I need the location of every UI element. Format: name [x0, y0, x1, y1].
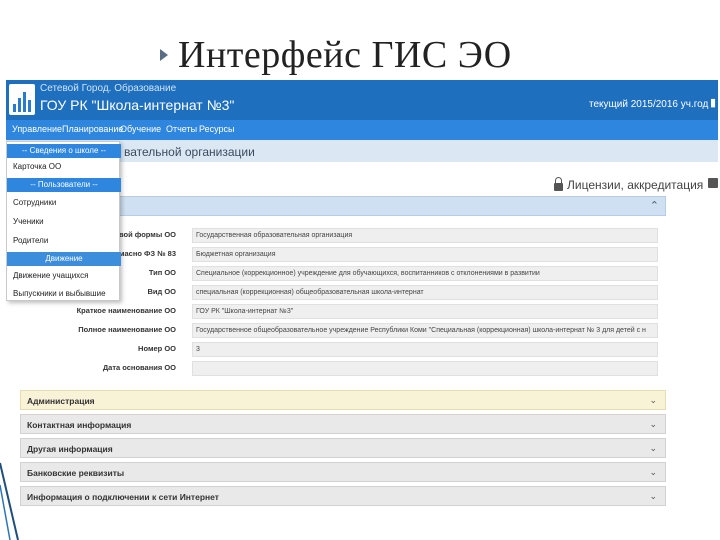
form-row: Краткое наименование ОО ГОУ РК "Школа-ин…	[20, 304, 666, 319]
field-value[interactable]: Государственная образовательная организа…	[192, 228, 658, 243]
field-label: Номер ОО	[138, 344, 176, 353]
panel-label: Администрация	[27, 396, 95, 406]
app-window: Сетевой Город. Образование ГОУ РК "Школа…	[6, 80, 718, 525]
panel-other-info[interactable]: Другая информация ⌄	[20, 438, 666, 458]
print-icon[interactable]	[708, 178, 718, 188]
panel-administration[interactable]: Администрация ⌄	[20, 390, 666, 410]
nav-item-planning[interactable]: Планирование	[62, 124, 123, 134]
form-row: Номер ОО 3	[20, 342, 666, 357]
form-row: Дата основания ОО	[20, 361, 666, 376]
form-row: Полное наименование ОО Государственное о…	[20, 323, 666, 338]
menu-item-student-movement[interactable]: Движение учащихся	[7, 269, 121, 283]
nav-item-resources[interactable]: Ресурсы	[199, 124, 235, 134]
menu-group-header: -- Сведения о школе --	[7, 144, 121, 158]
user-icon[interactable]: ▮	[710, 96, 716, 109]
field-label: Дата основания ОО	[102, 363, 176, 372]
field-value[interactable]: Государственное общеобразовательное учре…	[192, 323, 658, 338]
menu-item-school-card[interactable]: Карточка ОО	[7, 160, 121, 174]
lock-icon	[554, 177, 563, 191]
page-title: вательной организации	[124, 145, 255, 159]
field-value[interactable]: специальная (коррекционная) общеобразова…	[192, 285, 658, 300]
field-label: Вид ОО	[147, 287, 176, 296]
slide-title: Интерфейс ГИС ЭО	[160, 30, 512, 80]
panel-label: Другая информация	[27, 444, 113, 454]
panel-contact-info[interactable]: Контактная информация ⌄	[20, 414, 666, 434]
main-nav: Управление Планирование Обучение Отчеты …	[6, 120, 718, 140]
panel-label: Контактная информация	[27, 420, 132, 430]
menu-item-parents[interactable]: Родители	[7, 234, 121, 248]
field-value[interactable]: Бюджетная организация	[192, 247, 658, 262]
decorative-lines	[0, 462, 19, 540]
panel-internet-info[interactable]: Информация о подключении к сети Интернет…	[20, 486, 666, 506]
nav-item-reports[interactable]: Отчеты	[166, 124, 197, 134]
field-label: Полное наименование ОО	[78, 325, 176, 334]
management-dropdown-menu: -- Сведения о школе -- Карточка ОО -- По…	[6, 141, 121, 301]
menu-item-graduates[interactable]: Выпускники и выбывшие	[7, 287, 121, 301]
menu-item-movement[interactable]: Движение	[7, 252, 121, 266]
menu-item-staff[interactable]: Сотрудники	[7, 196, 121, 210]
menu-item-students[interactable]: Ученики	[7, 215, 121, 229]
app-logo[interactable]	[9, 84, 35, 115]
chevron-down-icon: ⌄	[649, 467, 657, 477]
org-subtitle: Сетевой Город. Образование	[40, 83, 177, 94]
chevron-down-icon: ⌄	[649, 443, 657, 453]
chevron-up-icon[interactable]: ⌃	[650, 199, 659, 212]
menu-group-header: -- Пользователи --	[7, 178, 121, 192]
field-value[interactable]: Специальное (коррекционное) учреждение д…	[192, 266, 658, 281]
panel-bank-details[interactable]: Банковские реквизиты ⌄	[20, 462, 666, 482]
chevron-down-icon: ⌄	[649, 491, 657, 501]
field-label: масно ФЗ № 83	[119, 249, 176, 258]
bullet-triangle-icon	[160, 49, 168, 61]
app-header: Сетевой Город. Образование ГОУ РК "Школа…	[6, 80, 718, 120]
slide-title-text: Интерфейс ГИС ЭО	[178, 34, 512, 76]
chevron-down-icon: ⌄	[649, 419, 657, 429]
panel-label: Информация о подключении к сети Интернет	[27, 492, 219, 502]
field-label: Краткое наименование ОО	[76, 306, 176, 315]
field-value[interactable]: ГОУ РК "Школа-интернат №3"	[192, 304, 658, 319]
panel-label: Банковские реквизиты	[27, 468, 125, 478]
org-name: ГОУ РК "Школа-интернат №3"	[40, 97, 235, 113]
licenses-label: Лицензии, аккредитация	[567, 178, 704, 192]
nav-item-education[interactable]: Обучение	[120, 124, 161, 134]
field-value[interactable]: 3	[192, 342, 658, 357]
licenses-link[interactable]: Лицензии, аккредитация	[554, 177, 704, 192]
field-value[interactable]	[192, 361, 658, 376]
nav-item-management[interactable]: Управление	[12, 124, 62, 134]
field-label: Тип ОО	[148, 268, 176, 277]
chevron-down-icon: ⌄	[649, 395, 657, 405]
school-year-selector[interactable]: текущий 2015/2016 уч.год	[589, 99, 708, 110]
